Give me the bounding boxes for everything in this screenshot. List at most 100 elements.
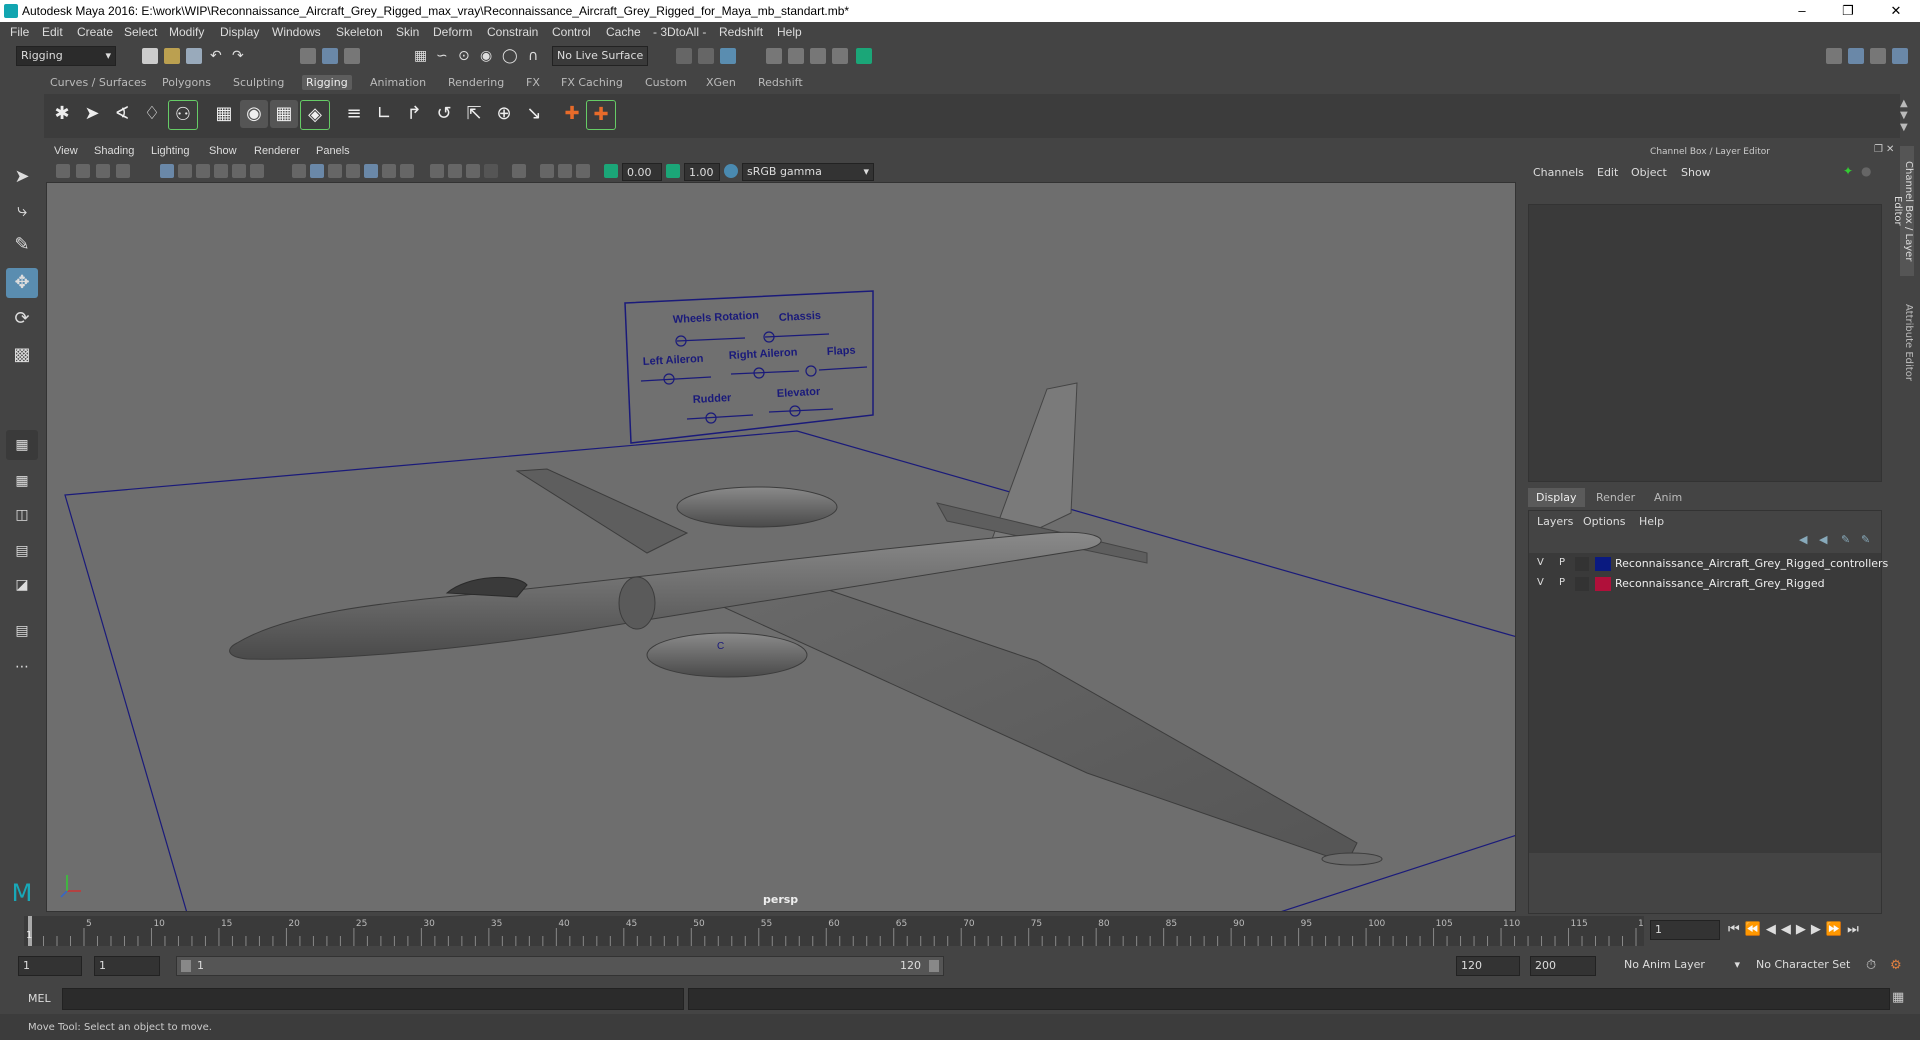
select-tool-icon[interactable]: ➤ <box>6 162 38 192</box>
modeling-toolkit-icon[interactable] <box>1826 48 1842 64</box>
animation-end-field[interactable]: 200 <box>1530 956 1596 976</box>
side-tab-attribute-editor[interactable]: Attribute Editor <box>1900 292 1914 392</box>
options-menu[interactable]: Options <box>1583 515 1625 528</box>
gamma-field[interactable]: 1.00 <box>684 163 720 181</box>
viewport-menu-renderer[interactable]: Renderer <box>254 145 300 157</box>
tab-render[interactable]: Render <box>1588 491 1643 504</box>
menuset-dropdown[interactable]: Rigging ▾ <box>16 46 116 66</box>
restore-button[interactable]: ❐ <box>1826 0 1870 22</box>
undo-icon[interactable]: ↶ <box>210 48 226 64</box>
layer-playback-toggle[interactable]: P <box>1559 557 1565 568</box>
rotate-tool-icon[interactable]: ⟳ <box>6 304 38 334</box>
tool-settings-toggle-icon[interactable] <box>1870 48 1886 64</box>
tab-xgen[interactable]: XGen <box>702 75 740 90</box>
outliner-layout-icon[interactable]: ▤ <box>6 616 38 646</box>
image-plane-icon[interactable] <box>116 164 130 178</box>
ipr-render-icon[interactable] <box>720 48 736 64</box>
tab-anim[interactable]: Anim <box>1646 491 1690 504</box>
insert-joint-icon[interactable]: ➤ <box>78 100 106 128</box>
ambient-occlusion-icon[interactable] <box>430 164 444 178</box>
bookmark-icon[interactable] <box>96 164 110 178</box>
menu-help[interactable]: Help <box>777 25 802 39</box>
shelf-scroll-icon[interactable]: ▲ ▼ ▼ <box>1900 98 1908 134</box>
shadows-icon[interactable] <box>400 164 414 178</box>
range-start-handle[interactable] <box>181 960 191 972</box>
menu-modify[interactable]: Modify <box>169 25 204 39</box>
play-forward-icon[interactable]: ▶ <box>1796 922 1811 937</box>
xray-icon[interactable] <box>540 164 554 178</box>
tab-animation[interactable]: Animation <box>366 75 430 90</box>
menu-skeleton[interactable]: Skeleton <box>336 25 383 39</box>
layer-color-swatch[interactable] <box>1595 557 1611 571</box>
layer-visibility-toggle[interactable]: V <box>1537 557 1544 568</box>
select-hierarchy-icon[interactable] <box>300 48 316 64</box>
point-constraint-icon[interactable]: ∟ <box>370 100 398 128</box>
playback-end-field[interactable]: 120 <box>1456 956 1520 976</box>
save-scene-icon[interactable] <box>186 48 202 64</box>
step-forward-key-icon[interactable]: ▶ <box>1811 922 1826 937</box>
bind-skin-icon[interactable]: ▦ <box>210 100 238 128</box>
auto-keyframe-icon[interactable]: ⏱ <box>1866 958 1876 973</box>
move-layer-down-icon[interactable]: ◀ <box>1819 533 1827 546</box>
layer-visibility-toggle[interactable]: V <box>1537 577 1544 588</box>
object-menu[interactable]: Object <box>1631 166 1667 179</box>
layer-type-toggle[interactable] <box>1575 577 1589 591</box>
side-tab-channel-box[interactable]: Channel Box / Layer Editor <box>1892 146 1914 276</box>
locator-icon[interactable]: ✚ <box>558 100 586 128</box>
scale-tool-icon[interactable]: ▩ <box>6 340 38 370</box>
play-backward-icon[interactable]: ◀ <box>1781 922 1796 937</box>
viewport-menu-show[interactable]: Show <box>209 145 237 157</box>
anim-layer-dropdown[interactable]: No Anim Layer ▾ <box>1620 956 1744 976</box>
live-surface-field[interactable]: No Live Surface <box>552 46 648 66</box>
channels-menu[interactable]: Channels <box>1533 166 1584 179</box>
snap-point-icon[interactable]: ⊙ <box>458 48 474 64</box>
menu-create[interactable]: Create <box>77 25 113 39</box>
current-frame-field[interactable]: 1 <box>1650 920 1720 940</box>
render-view-icon[interactable] <box>810 48 826 64</box>
step-back-key-icon[interactable]: ◀ <box>1766 922 1781 937</box>
render-settings-icon[interactable] <box>766 48 782 64</box>
more-layouts-icon[interactable]: ⋯ <box>6 652 38 682</box>
close-button[interactable]: ✕ <box>1874 0 1918 22</box>
render-frame-icon[interactable] <box>698 48 714 64</box>
four-view-layout-icon[interactable]: ▦ <box>6 466 38 496</box>
step-back-icon[interactable]: ⏪ <box>1745 922 1766 937</box>
redshift-render-icon[interactable] <box>856 48 872 64</box>
time-slider[interactable]: 5 10 15 20 25 30 35 40 45 50 55 60 65 70 75 80 85 90 95 100… <box>24 916 1644 946</box>
persp-graph-layout-icon[interactable]: ▤ <box>6 536 38 566</box>
tab-display[interactable]: Display <box>1528 488 1585 507</box>
script-editor-icon[interactable]: ▦ <box>1892 990 1904 1005</box>
show-menu[interactable]: Show <box>1681 166 1711 179</box>
xray-joints-icon[interactable] <box>558 164 572 178</box>
single-perspective-layout-icon[interactable]: ▦ <box>6 430 38 460</box>
edit-menu[interactable]: Edit <box>1597 166 1618 179</box>
parent-constraint-icon[interactable]: ⊕ <box>490 100 518 128</box>
menu-control[interactable]: Control <box>552 25 591 39</box>
tab-sculpting[interactable]: Sculpting <box>229 75 288 90</box>
move-tool-icon[interactable]: ✥ <box>6 268 38 298</box>
viewport-menu-shading[interactable]: Shading <box>94 145 134 157</box>
joint-tool-icon[interactable]: ✱ <box>48 100 76 128</box>
perspective-viewport[interactable]: Wheels Rotation Chassis Left Aileron Rig… <box>46 182 1516 912</box>
tab-custom[interactable]: Custom <box>641 75 691 90</box>
layer-playback-toggle[interactable]: P <box>1559 577 1565 588</box>
menu-3dtoall[interactable]: - 3DtoAll - <box>653 25 706 39</box>
layers-menu[interactable]: Layers <box>1537 515 1573 528</box>
hypershade-layout-icon[interactable]: ◪ <box>6 570 38 600</box>
color-space-dropdown[interactable]: sRGB gamma ▾ <box>742 163 874 181</box>
open-scene-icon[interactable] <box>164 48 180 64</box>
snap-view-icon[interactable]: ◉ <box>480 48 496 64</box>
layer-row[interactable]: V P Reconnaissance_Aircraft_Grey_Rigged <box>1533 575 1877 593</box>
channel-box-toggle-icon[interactable] <box>1892 48 1908 64</box>
motion-blur-icon[interactable] <box>448 164 462 178</box>
snap-surface-icon[interactable]: ◯ <box>502 48 518 64</box>
paint-select-icon[interactable]: ✎ <box>6 230 38 260</box>
animation-start-field[interactable]: 1 <box>18 956 82 976</box>
wireframe-on-shaded-icon[interactable] <box>346 164 360 178</box>
textured-icon[interactable] <box>364 164 378 178</box>
pole-vector-icon[interactable]: ↘ <box>520 100 548 128</box>
tab-fx[interactable]: FX <box>522 75 544 90</box>
menu-cache[interactable]: Cache <box>606 25 641 39</box>
layer-type-toggle[interactable] <box>1575 557 1589 571</box>
move-layer-up-icon[interactable]: ◀ <box>1799 533 1807 546</box>
